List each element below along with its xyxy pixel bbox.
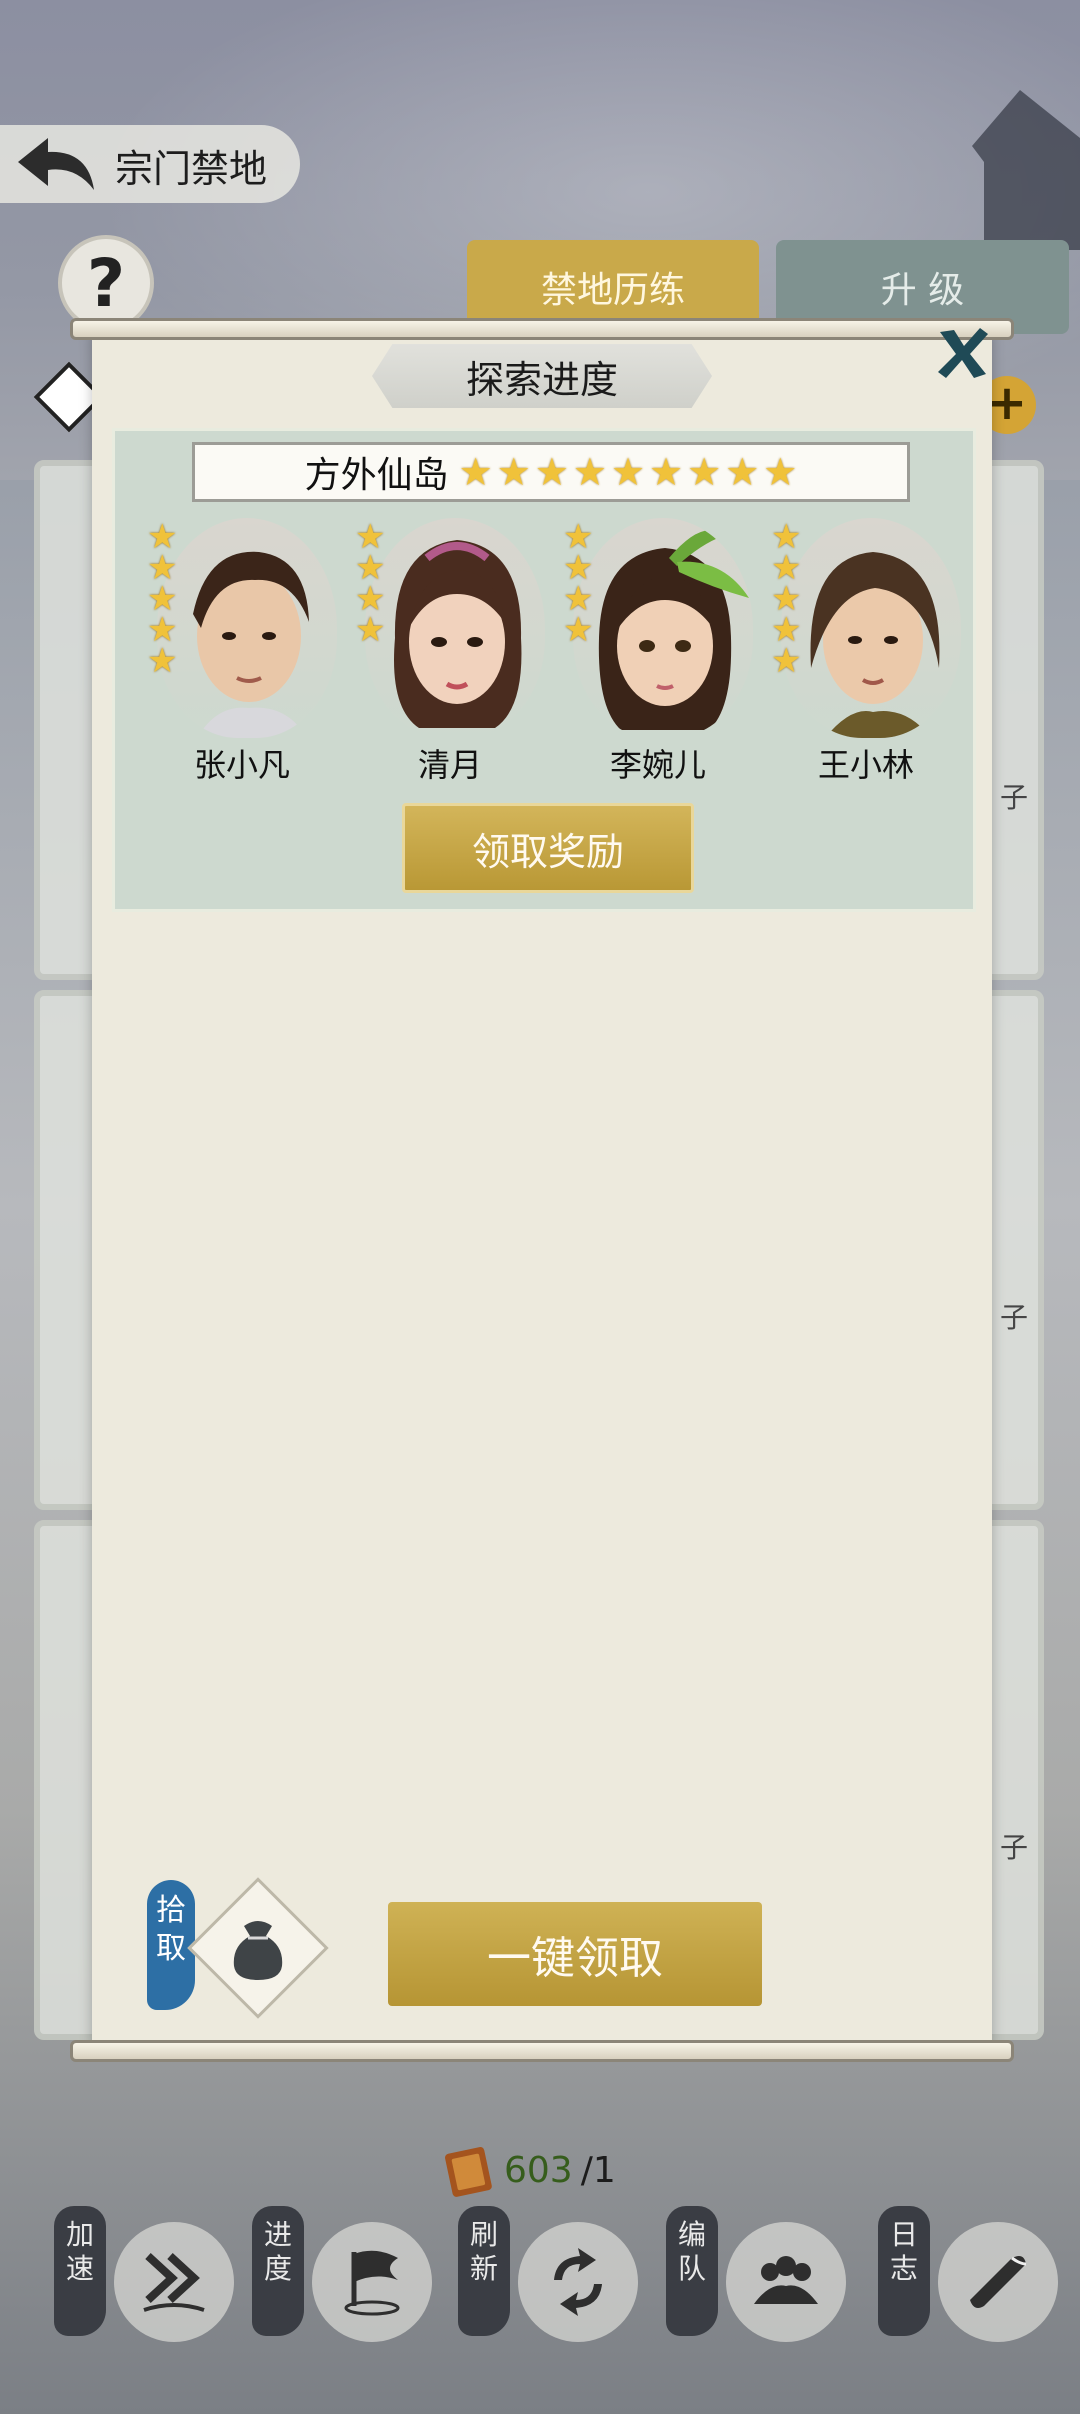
refresh-button[interactable]: 刷新 [458, 2206, 658, 2366]
team-icon [726, 2222, 846, 2342]
resource-max: /1 [580, 2149, 616, 2191]
pickup-badge: 拾取 [147, 1880, 195, 2010]
star-icon: ★ [763, 450, 798, 494]
hero-star-rating: ★ ★ ★ ★ ★ [147, 520, 187, 681]
back-arrow-icon [18, 138, 94, 190]
hero-star-rating: ★ ★ ★ ★ ★ [771, 520, 811, 681]
close-icon [938, 328, 988, 378]
star-icon: ★ [649, 450, 684, 494]
hero-name: 王小林 [817, 746, 914, 784]
star-icon: ★ [563, 610, 594, 650]
hero-card[interactable]: ★ ★ ★ ★ ★ 张小凡 [147, 518, 337, 784]
hero-card[interactable]: ★ ★ ★ ★ 清月 [355, 518, 545, 784]
scroll-rod-top [70, 318, 1014, 340]
star-icon: ★ [534, 450, 569, 494]
action-label: 加速 [54, 2206, 106, 2336]
star-icon: ★ [147, 641, 178, 681]
hero-name: 清月 [417, 746, 482, 784]
star-icon: ★ [610, 450, 646, 494]
star-icon: ★ [496, 450, 531, 494]
scroll-icon [938, 2222, 1058, 2342]
star-icon: ★ [771, 641, 802, 681]
hero-star-rating: ★ ★ ★ ★ [355, 520, 395, 650]
star-icon: ★ [725, 450, 760, 494]
modal-title-banner: 探索进度 [372, 344, 712, 408]
claim-reward-button[interactable]: 领取奖励 [402, 803, 694, 893]
star-icon: ★ [355, 610, 386, 650]
hero-card[interactable]: ★ ★ ★ ★ 李婉儿 [563, 518, 753, 784]
hero-star-rating: ★ ★ ★ ★ [563, 520, 603, 650]
loot-bag-icon [208, 1898, 308, 1998]
location-star-rating: ★ ★ ★ ★ ★ ★ ★ ★ ★ [459, 450, 798, 494]
action-label: 进度 [252, 2206, 304, 2336]
action-label: 编队 [666, 2206, 718, 2336]
hero-name: 张小凡 [193, 746, 290, 784]
help-button[interactable]: ? [58, 235, 154, 331]
location-title-bar: 方外仙岛 ★ ★ ★ ★ ★ ★ ★ ★ ★ [192, 442, 910, 502]
hero-name: 李婉儿 [609, 746, 706, 784]
action-label: 刷新 [458, 2206, 510, 2336]
page-title: 宗门禁地 [115, 147, 268, 191]
star-icon: ★ [687, 450, 722, 494]
claim-all-button[interactable]: 一键领取 [388, 1902, 762, 2006]
scroll-rod-bottom [70, 2040, 1014, 2062]
hero-card[interactable]: ★ ★ ★ ★ ★ 王小林 [771, 518, 961, 784]
modal-title: 探索进度 [465, 357, 618, 402]
star-icon: ★ [458, 450, 493, 494]
star-icon: ★ [572, 450, 607, 494]
progress-button[interactable]: 进度 [252, 2206, 452, 2366]
back-button[interactable] [10, 132, 100, 196]
book-icon [445, 2147, 492, 2197]
close-button[interactable] [932, 322, 994, 384]
team-button[interactable]: 编队 [666, 2206, 866, 2366]
flag-icon [312, 2222, 432, 2342]
resource-counter: 603/1 [440, 2140, 616, 2200]
fast-forward-icon [114, 2222, 234, 2342]
action-label: 日志 [878, 2206, 930, 2336]
location-name: 方外仙岛 [304, 455, 449, 496]
speed-up-button[interactable]: 加速 [54, 2206, 254, 2366]
log-button[interactable]: 日志 [878, 2206, 1078, 2366]
resource-value: 603 [504, 2149, 573, 2191]
refresh-icon [518, 2222, 638, 2342]
